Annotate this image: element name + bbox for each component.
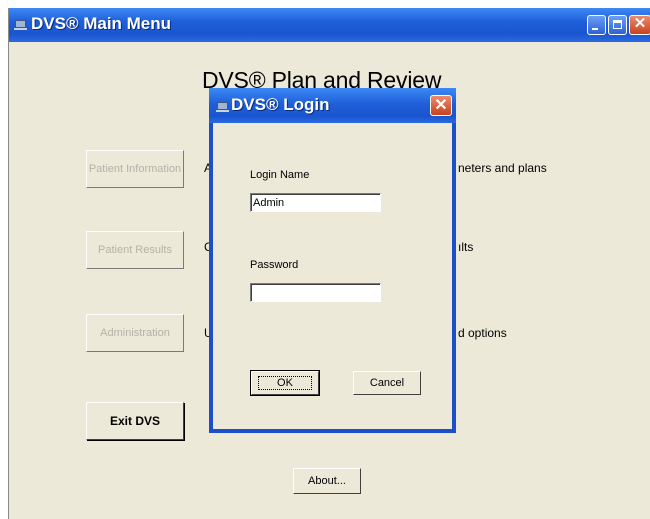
about-button[interactable]: About... bbox=[293, 468, 361, 494]
maximize-icon bbox=[613, 20, 622, 29]
row1-desc-right: neters and plans bbox=[458, 161, 547, 175]
patient-results-label: Patient Results bbox=[98, 243, 172, 256]
app-icon bbox=[14, 20, 27, 30]
login-dialog: DVS® Login ✕ Login Name Password OK Canc… bbox=[209, 88, 456, 433]
ok-label: OK bbox=[258, 376, 312, 390]
password-input[interactable] bbox=[250, 283, 381, 302]
row2-desc-right: ılts bbox=[458, 240, 474, 254]
main-window-title: DVS® Main Menu bbox=[31, 14, 172, 33]
close-icon: ✕ bbox=[633, 15, 647, 32]
patient-information-label: Patient Information bbox=[88, 162, 182, 175]
dialog-title: DVS® Login bbox=[231, 95, 330, 114]
patient-results-button[interactable]: Patient Results bbox=[86, 231, 184, 269]
cancel-button[interactable]: Cancel bbox=[353, 371, 421, 395]
exit-dvs-button[interactable]: Exit DVS bbox=[86, 402, 184, 440]
patient-information-button[interactable]: Patient Information bbox=[86, 150, 184, 188]
minimize-button[interactable] bbox=[587, 15, 606, 35]
login-name-label: Login Name bbox=[250, 169, 310, 181]
minimize-icon bbox=[592, 28, 598, 30]
close-button[interactable]: ✕ bbox=[629, 15, 650, 35]
exit-dvs-label: Exit DVS bbox=[109, 413, 160, 428]
dialog-titlebar[interactable]: DVS® Login ✕ bbox=[209, 88, 456, 123]
dialog-app-icon bbox=[216, 102, 229, 112]
main-titlebar[interactable]: DVS® Main Menu ✕ bbox=[9, 8, 650, 42]
maximize-button[interactable] bbox=[608, 15, 627, 35]
login-name-input[interactable] bbox=[250, 193, 381, 212]
administration-button[interactable]: Administration bbox=[86, 314, 184, 352]
password-label: Password bbox=[250, 259, 299, 271]
administration-label: Administration bbox=[100, 326, 170, 339]
ok-button[interactable]: OK bbox=[250, 370, 320, 396]
about-label: About... bbox=[308, 475, 346, 487]
row3-desc-right: d options bbox=[458, 326, 507, 340]
close-icon: ✕ bbox=[434, 97, 448, 114]
dialog-close-button[interactable]: ✕ bbox=[430, 95, 452, 116]
cancel-label: Cancel bbox=[369, 377, 405, 389]
